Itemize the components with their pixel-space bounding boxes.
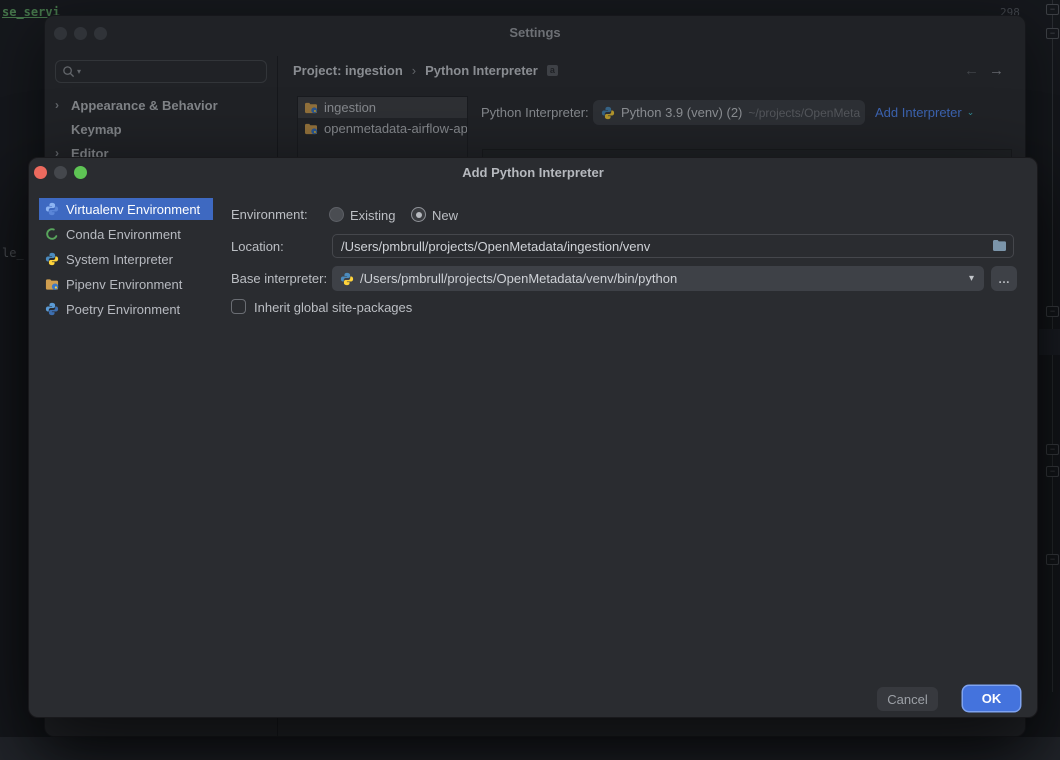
- cancel-button[interactable]: Cancel: [877, 687, 938, 711]
- env-type-label: System Interpreter: [66, 252, 173, 267]
- python-icon: [340, 272, 354, 286]
- radio-existing-label[interactable]: Existing: [350, 208, 396, 223]
- env-type-poetry[interactable]: Poetry Environment: [39, 298, 213, 320]
- environment-label: Environment:: [231, 207, 308, 222]
- folder-python-icon: [45, 278, 59, 291]
- env-type-label: Conda Environment: [66, 227, 181, 242]
- chevron-down-icon: ▾: [969, 273, 974, 284]
- radio-new-label[interactable]: New: [432, 208, 458, 223]
- env-type-pipenv[interactable]: Pipenv Environment: [39, 273, 213, 295]
- location-input[interactable]: [332, 234, 1014, 258]
- ok-button[interactable]: OK: [963, 686, 1020, 711]
- env-type-conda[interactable]: Conda Environment: [39, 223, 213, 245]
- radio-new[interactable]: [411, 207, 426, 222]
- env-type-virtualenv[interactable]: Virtualenv Environment: [39, 198, 213, 220]
- env-type-label: Pipenv Environment: [66, 277, 182, 292]
- inherit-site-packages-checkbox[interactable]: [231, 299, 246, 314]
- conda-icon: [45, 227, 59, 241]
- browse-more-button[interactable]: …: [991, 266, 1017, 291]
- env-type-label: Virtualenv Environment: [66, 202, 200, 217]
- dialog-title: Add Python Interpreter: [29, 165, 1037, 180]
- env-type-label: Poetry Environment: [66, 302, 180, 317]
- browse-folder-icon[interactable]: [992, 239, 1007, 252]
- location-label: Location:: [231, 239, 284, 254]
- python-blue-icon: [45, 302, 59, 316]
- inherit-site-packages-label[interactable]: Inherit global site-packages: [254, 300, 412, 315]
- python-blue-icon: [45, 202, 59, 216]
- python-icon: [45, 252, 59, 266]
- add-python-interpreter-dialog: Add Python Interpreter Virtualenv Enviro…: [28, 157, 1038, 718]
- env-type-system[interactable]: System Interpreter: [39, 248, 213, 270]
- radio-existing[interactable]: [329, 207, 344, 222]
- base-interpreter-select[interactable]: /Users/pmbrull/projects/OpenMetadata/ven…: [332, 266, 984, 291]
- base-interpreter-path: /Users/pmbrull/projects/OpenMetadata/ven…: [360, 271, 677, 286]
- base-interpreter-label: Base interpreter:: [231, 271, 327, 286]
